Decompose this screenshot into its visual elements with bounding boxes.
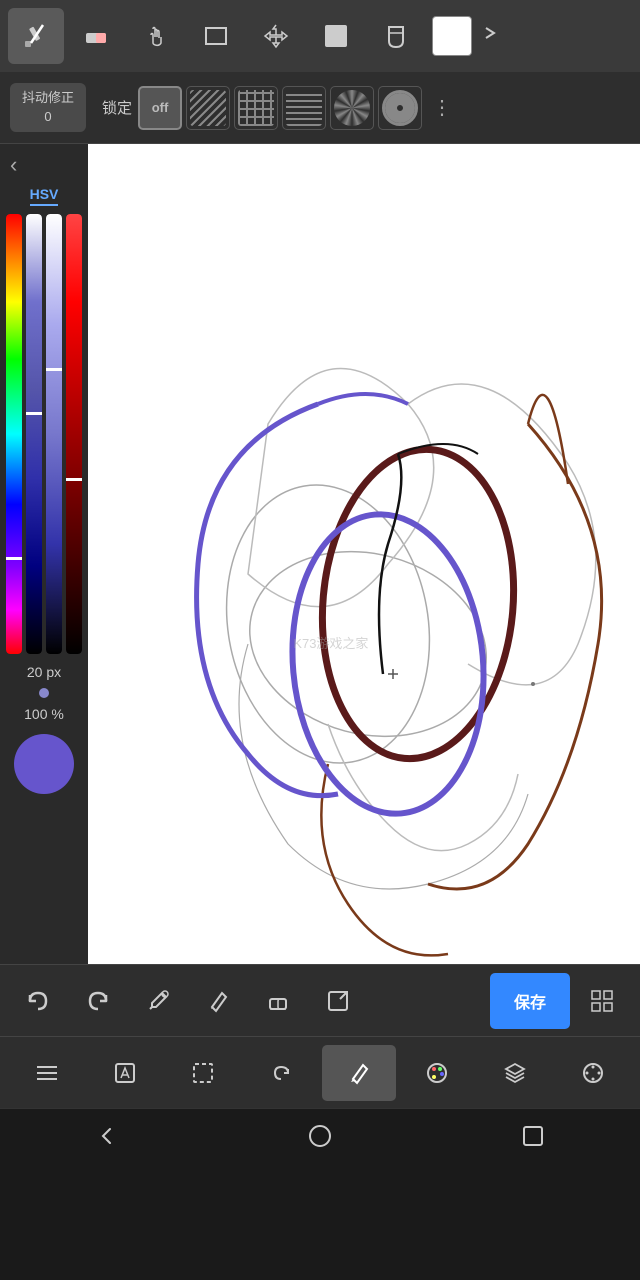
eraser-small-btn[interactable]	[250, 973, 306, 1029]
color-preview[interactable]	[14, 734, 74, 794]
shake-value: 0	[22, 108, 74, 126]
lock-horiz-btn[interactable]	[282, 86, 326, 130]
color-swatch[interactable]	[432, 16, 472, 56]
top-toolbar	[0, 0, 640, 72]
canvas-area[interactable]: K73游戏之家	[88, 144, 640, 964]
eraser-tool-btn[interactable]	[68, 8, 124, 64]
nav-recent-btn[interactable]	[491, 1114, 575, 1164]
hsv-mode-btn[interactable]: HSV	[30, 186, 59, 206]
value-slider[interactable]	[46, 214, 62, 654]
circles-hatch-icon	[382, 90, 418, 126]
pen-btn[interactable]	[322, 1045, 396, 1101]
expand-btn[interactable]	[480, 18, 500, 54]
opacity-slider[interactable]	[66, 214, 82, 654]
nav-back-btn[interactable]	[65, 1114, 149, 1164]
brush-size-label: 20 px	[27, 664, 61, 680]
eyedropper-btn[interactable]	[130, 973, 186, 1029]
menu-btn[interactable]	[10, 1045, 84, 1101]
lock-diag-btn[interactable]	[186, 86, 230, 130]
nav-home-btn[interactable]	[278, 1114, 362, 1164]
diag-hatch-icon	[190, 90, 226, 126]
lock-circles-btn[interactable]	[378, 86, 422, 130]
fill-tool-btn[interactable]	[308, 8, 364, 64]
rotate-btn[interactable]	[244, 1045, 318, 1101]
lock-label: 锁定	[102, 97, 132, 118]
save-btn[interactable]: 保存	[490, 973, 570, 1029]
color-sliders[interactable]	[6, 214, 82, 654]
shake-label: 抖动修正	[22, 89, 74, 107]
second-toolbar: 抖动修正 0 锁定 off	[0, 72, 640, 144]
back-btn[interactable]: ‹	[10, 152, 17, 178]
shake-correction-btn[interactable]: 抖动修正 0	[10, 83, 86, 131]
bucket-tool-btn[interactable]	[368, 8, 424, 64]
select-btn[interactable]	[166, 1045, 240, 1101]
opacity-dot	[39, 688, 49, 698]
hand-tool-btn[interactable]	[128, 8, 184, 64]
grid-hatch-icon	[238, 90, 274, 126]
nav-bar	[0, 1108, 640, 1168]
lock-rays-btn[interactable]	[330, 86, 374, 130]
export-btn[interactable]	[310, 973, 366, 1029]
opacity-label: 100 %	[24, 706, 64, 722]
rays-hatch-icon	[334, 90, 370, 126]
lock-grid-btn[interactable]	[234, 86, 278, 130]
layers-btn[interactable]	[478, 1045, 552, 1101]
lock-off-label: off	[152, 100, 169, 115]
brush-pencil-btn[interactable]	[190, 973, 246, 1029]
redo-btn[interactable]	[70, 973, 126, 1029]
palette-btn[interactable]	[400, 1045, 474, 1101]
move-tool-btn[interactable]	[248, 8, 304, 64]
hue-slider[interactable]	[6, 214, 22, 654]
undo-btn[interactable]	[10, 973, 66, 1029]
rectangle-tool-btn[interactable]	[188, 8, 244, 64]
lock-options: off	[138, 86, 422, 130]
pencil-tool-btn[interactable]	[8, 8, 64, 64]
grid-btn[interactable]	[574, 973, 630, 1029]
lock-section: 锁定 off	[102, 86, 452, 130]
left-panel: ‹ HSV 20 px 100 %	[0, 144, 88, 964]
bottom-toolbar1: 保存	[0, 964, 640, 1036]
lock-off-btn[interactable]: off	[138, 86, 182, 130]
settings-btn[interactable]	[556, 1045, 630, 1101]
bottom-toolbar2	[0, 1036, 640, 1108]
more-options-btn[interactable]: ⋮	[432, 95, 452, 120]
main-area: ‹ HSV 20 px 100 %	[0, 144, 640, 964]
horiz-hatch-icon	[286, 90, 322, 126]
saturation-slider[interactable]	[26, 214, 42, 654]
edit-btn[interactable]	[88, 1045, 162, 1101]
